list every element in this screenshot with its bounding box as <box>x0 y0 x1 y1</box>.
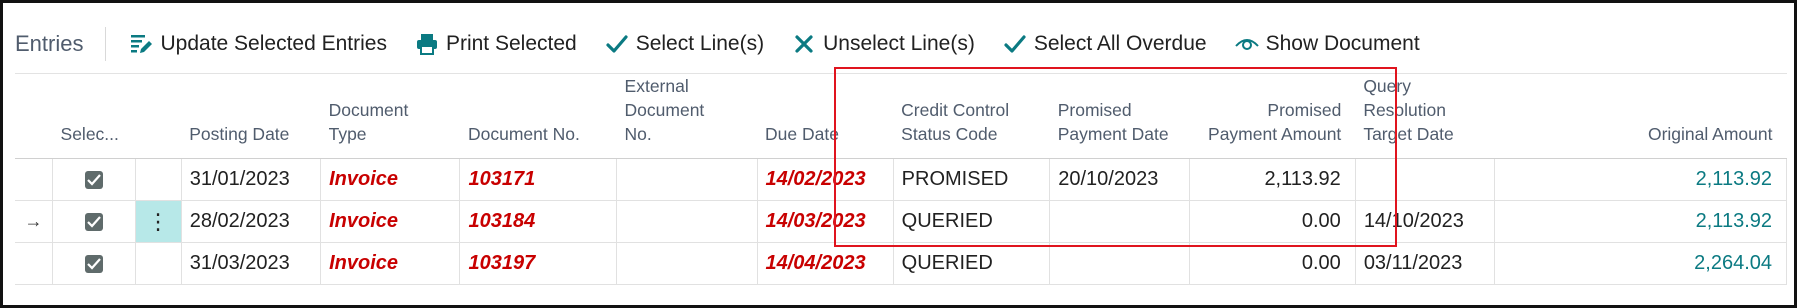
promised-payment-date-cell <box>1049 200 1190 243</box>
row-menu-cell[interactable] <box>135 242 182 285</box>
table-row[interactable]: 31/01/2023 Invoice 103171 14/02/2023 PRO… <box>15 158 1787 201</box>
col-header-selected[interactable]: Selec... <box>52 74 136 159</box>
promised-payment-date-cell <box>1049 242 1190 285</box>
table-row[interactable]: → ⋮ 28/02/2023 Invoice 103184 14/03/2023… <box>15 200 1787 243</box>
document-no-cell[interactable]: 103184 <box>459 200 618 243</box>
status-code-cell: PROMISED <box>893 158 1051 201</box>
show-document-label: Show Document <box>1265 32 1420 55</box>
row-select-checkbox[interactable] <box>52 200 136 243</box>
promised-payment-amount-cell: 0.00 <box>1189 200 1356 243</box>
checked-checkbox-icon <box>84 170 103 189</box>
document-no-cell[interactable]: 103197 <box>459 242 618 285</box>
external-document-no-cell <box>616 158 758 201</box>
promised-payment-amount-cell: 2,113.92 <box>1189 158 1356 201</box>
col-header-external-document-no[interactable]: External Document No. <box>616 74 757 159</box>
col-header-document-type[interactable]: Document Type <box>320 74 460 159</box>
unselect-lines-button[interactable]: Unselect Line(s) <box>791 31 975 57</box>
col-header-credit-control-status[interactable]: Credit Control Status Code <box>893 74 1050 159</box>
document-type-cell: Invoice <box>320 200 461 243</box>
due-date-cell: 14/04/2023 <box>757 242 894 285</box>
col-header-document-no[interactable]: Document No. <box>459 74 617 159</box>
current-row-arrow-icon: → <box>15 200 54 243</box>
document-no-cell[interactable]: 103171 <box>459 158 618 201</box>
posting-date-cell: 28/02/2023 <box>181 200 322 243</box>
status-code-cell: QUERIED <box>893 242 1051 285</box>
original-amount-link[interactable]: 2,264.04 <box>1494 242 1787 285</box>
printer-icon <box>414 31 440 57</box>
unselect-lines-label: Unselect Line(s) <box>823 32 975 55</box>
toolbar-divider <box>105 27 107 61</box>
col-header-promised-payment-amount[interactable]: Promised Payment Amount <box>1189 74 1356 159</box>
select-lines-button[interactable]: Select Line(s) <box>604 31 764 57</box>
print-selected-label: Print Selected <box>445 32 577 55</box>
col-header-menu <box>135 74 182 159</box>
update-selected-entries-button[interactable]: Update Selected Entries <box>128 31 387 57</box>
select-all-overdue-label: Select All Overdue <box>1033 32 1207 55</box>
query-target-date-cell <box>1355 158 1496 201</box>
posting-date-cell: 31/03/2023 <box>181 242 322 285</box>
checked-checkbox-icon <box>84 212 103 231</box>
row-actions-menu-button[interactable]: ⋮ <box>135 200 182 243</box>
col-header-query-resolution-target-date[interactable]: Query Resolution Target Date <box>1355 74 1495 159</box>
col-header-due-date[interactable]: Due Date <box>757 74 894 159</box>
row-select-checkbox[interactable] <box>52 158 136 201</box>
col-header-posting-date[interactable]: Posting Date <box>181 74 321 159</box>
action-bar: Entries Update Selected Entries Print Se… <box>15 21 1447 67</box>
eye-icon <box>1234 31 1260 57</box>
promised-payment-amount-cell: 0.00 <box>1189 242 1356 285</box>
row-menu-cell[interactable] <box>135 158 182 201</box>
col-header-original-amount[interactable]: Original Amount <box>1494 74 1787 159</box>
header-row: Selec... Posting Date Document Type Docum… <box>15 74 1787 159</box>
document-type-cell: Invoice <box>320 158 461 201</box>
promised-payment-date-cell: 20/10/2023 <box>1049 158 1190 201</box>
print-selected-button[interactable]: Print Selected <box>414 31 577 57</box>
checkmark-icon <box>1002 31 1028 57</box>
page-title: Entries <box>15 31 84 56</box>
query-target-date-cell: 14/10/2023 <box>1355 200 1496 243</box>
entries-grid: Selec... Posting Date Document Type Docum… <box>15 73 1787 285</box>
query-target-date-cell: 03/11/2023 <box>1355 242 1496 285</box>
original-amount-link[interactable]: 2,113.92 <box>1494 200 1787 243</box>
checkmark-icon <box>604 31 630 57</box>
due-date-cell: 14/03/2023 <box>757 200 894 243</box>
status-code-cell: QUERIED <box>893 200 1051 243</box>
posting-date-cell: 31/01/2023 <box>181 158 322 201</box>
document-type-cell: Invoice <box>320 242 461 285</box>
row-select-checkbox[interactable] <box>52 242 136 285</box>
table-row[interactable]: 31/03/2023 Invoice 103197 14/04/2023 QUE… <box>15 242 1787 285</box>
external-document-no-cell <box>616 242 758 285</box>
close-icon <box>791 31 817 57</box>
show-document-button[interactable]: Show Document <box>1234 31 1420 57</box>
entries-table: Selec... Posting Date Document Type Docum… <box>15 74 1787 285</box>
col-header-promised-payment-date[interactable]: Promised Payment Date <box>1049 74 1190 159</box>
external-document-no-cell <box>616 200 758 243</box>
checked-checkbox-icon <box>84 254 103 273</box>
select-lines-label: Select Line(s) <box>635 32 765 55</box>
window-frame: Entries Update Selected Entries Print Se… <box>0 0 1797 308</box>
select-all-overdue-button[interactable]: Select All Overdue <box>1002 31 1207 57</box>
original-amount-link[interactable]: 2,113.92 <box>1494 158 1787 201</box>
update-selected-entries-label: Update Selected Entries <box>160 32 387 55</box>
due-date-cell: 14/02/2023 <box>757 158 894 201</box>
col-header-indicator <box>15 74 53 159</box>
row-indicator <box>15 242 54 285</box>
edit-list-icon <box>128 31 154 57</box>
row-indicator <box>15 158 54 201</box>
